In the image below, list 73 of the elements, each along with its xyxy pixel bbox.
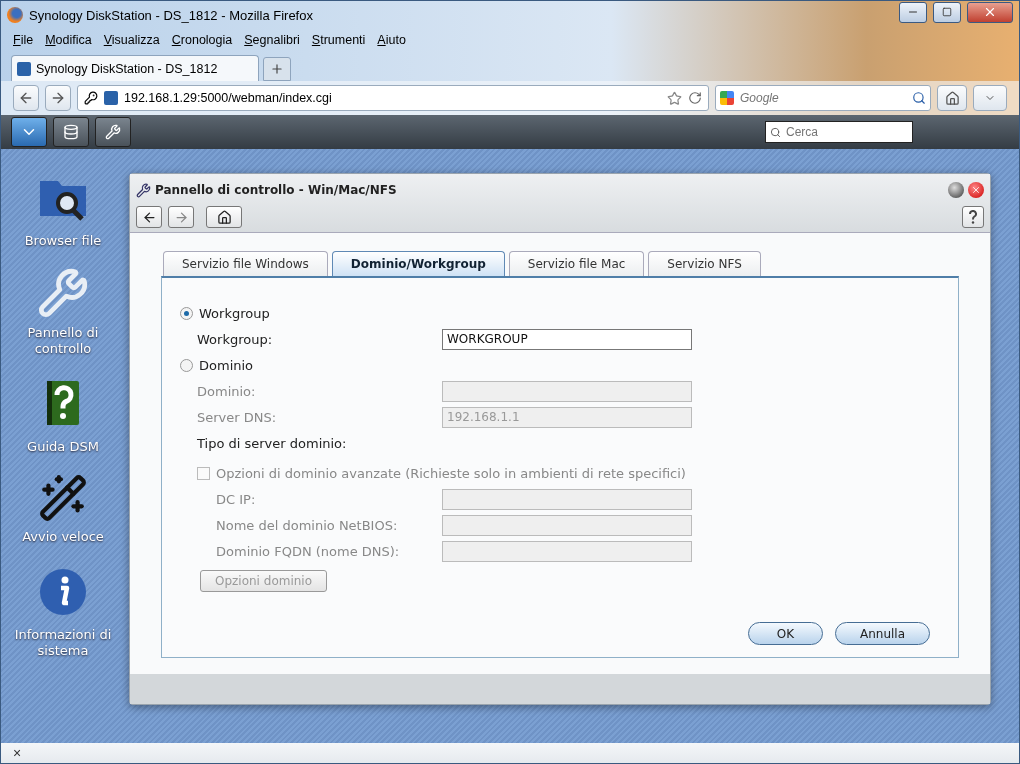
tab[interactable]: Servizio file Mac — [508, 251, 645, 276]
arrow-right-icon — [50, 90, 66, 106]
dialog-button[interactable]: OK — [748, 622, 823, 645]
close-bar-button[interactable]: × — [13, 745, 22, 761]
database-icon — [63, 124, 79, 140]
menu-item[interactable]: Cronologia — [171, 33, 233, 47]
storage-button[interactable] — [53, 117, 89, 147]
close-button[interactable] — [968, 182, 984, 198]
menu-item[interactable]: Modifica — [45, 33, 92, 47]
search-icon — [912, 91, 926, 105]
key-icon — [84, 91, 98, 105]
back-button[interactable] — [136, 206, 162, 228]
favicon-icon — [17, 61, 31, 76]
menu-item[interactable]: Strumenti — [311, 33, 366, 47]
search-field[interactable]: Google — [715, 85, 931, 111]
arrow-right-icon — [173, 209, 189, 225]
bookmark-star-icon — [667, 90, 682, 106]
wrench-icon — [105, 124, 121, 140]
search-icon — [770, 126, 781, 138]
address-bar[interactable]: 192.168.1.29:5000/webman/index.cgi — [77, 85, 709, 111]
checkbox-label: Opzioni di dominio avanzate (Richieste solo in ambienti di rete specifici) — [216, 465, 686, 481]
minimize-button[interactable] — [899, 1, 927, 23]
field-label: Dominio FQDN (nome DNS): — [216, 543, 401, 559]
menu-item[interactable]: File — [13, 33, 34, 47]
help-button[interactable] — [962, 206, 984, 228]
tab[interactable]: Dominio/Workgroup — [331, 251, 505, 276]
close-button[interactable] — [967, 1, 1013, 23]
question-mark-icon — [968, 210, 978, 224]
search-input[interactable]: Google — [738, 90, 908, 106]
magic-wand-icon[interactable] — [38, 473, 88, 523]
field-label: Tipo di server dominio: — [197, 435, 347, 451]
menu-item[interactable]: Segnalibri — [244, 33, 300, 47]
radio-label: Dominio — [199, 357, 254, 373]
home-button[interactable] — [937, 85, 967, 111]
new-tab-button[interactable] — [263, 57, 291, 81]
text-field[interactable]: WORKGROUP — [442, 328, 692, 350]
control-panel-button[interactable] — [95, 117, 131, 147]
search-engine-icon[interactable] — [720, 91, 734, 105]
field-label: DC IP: — [216, 491, 257, 507]
search-input[interactable]: Cerca — [784, 124, 908, 140]
favicon-icon — [104, 91, 118, 105]
home-icon — [216, 209, 232, 225]
wrench-icon[interactable] — [37, 267, 89, 319]
close-icon — [971, 185, 981, 195]
tab[interactable]: Servizio NFS — [648, 251, 761, 276]
wrench-icon — [136, 182, 151, 198]
home-button[interactable] — [206, 206, 242, 228]
dialog-button[interactable]: Annulla — [835, 622, 930, 645]
close-icon — [983, 5, 997, 19]
search-field[interactable]: Cerca — [765, 121, 913, 143]
minimize-button[interactable] — [948, 182, 964, 198]
radio-button[interactable] — [180, 358, 193, 372]
plus-icon — [270, 62, 284, 76]
browser-tab[interactable]: Synology DiskStation - DS_1812 — [11, 55, 259, 81]
menu-item[interactable]: Visualizza — [103, 33, 160, 47]
dialog-title: Pannello di controllo - Win/Mac/NFS — [155, 183, 398, 197]
menu-item[interactable]: Aiuto — [377, 33, 406, 47]
field-label: Dominio: — [197, 383, 257, 399]
window-title: Synology DiskStation - DS_1812 - Mozilla Firefox — [29, 7, 314, 23]
maximize-button[interactable] — [933, 1, 961, 23]
maximize-icon — [942, 7, 952, 17]
radio-label: Workgroup — [199, 305, 270, 321]
field-label: Server DNS: — [197, 409, 278, 425]
radio-button[interactable] — [180, 306, 193, 320]
main-menu-button[interactable] — [11, 117, 47, 147]
browser-logo-icon — [7, 7, 23, 23]
field-label: Nome del dominio NetBIOS: — [216, 517, 399, 533]
forward-button[interactable] — [168, 206, 194, 228]
tab[interactable]: Servizio file Windows — [163, 251, 328, 276]
home-icon — [944, 90, 960, 106]
field-label: Workgroup: — [197, 331, 274, 347]
reload-icon — [688, 91, 702, 105]
forward-button[interactable] — [45, 85, 71, 111]
